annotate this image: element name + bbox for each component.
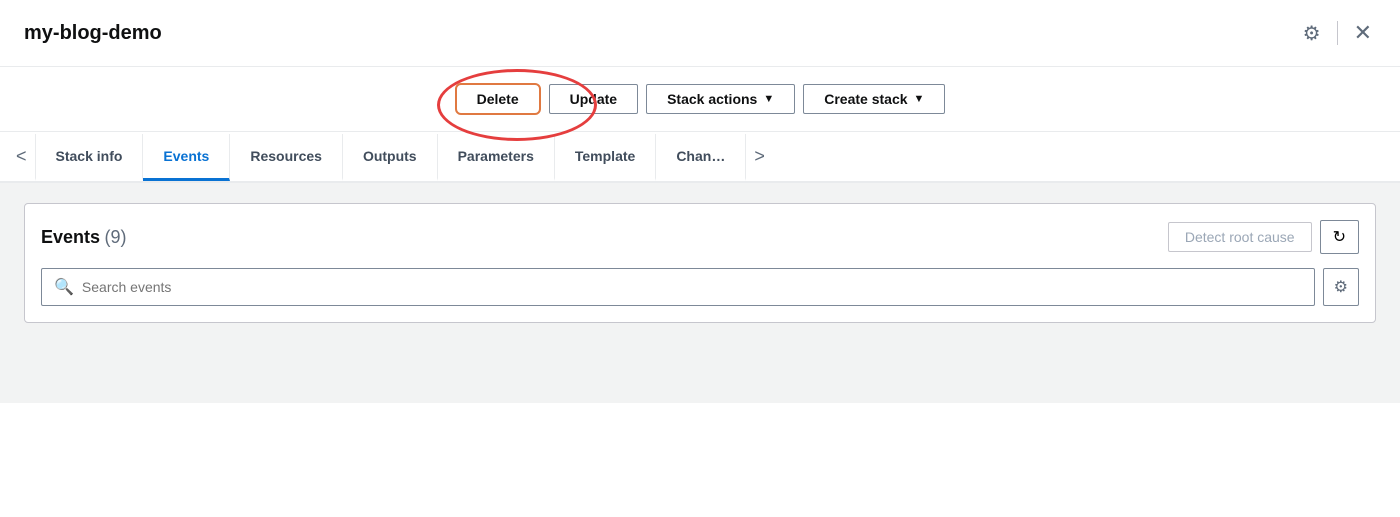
delete-button[interactable]: Delete [455,83,541,115]
search-bar: 🔍 [41,268,1315,306]
create-stack-label: Create stack [824,91,907,107]
delete-wrapper: Delete [455,83,541,115]
stack-actions-button[interactable]: Stack actions ▼ [646,84,795,114]
toolbar: Delete Update Stack actions ▼ Create sta… [0,67,1400,132]
header-left: my-blog-demo [24,22,162,45]
search-icon: 🔍 [54,277,74,297]
tab-change-sets[interactable]: Chan… [656,134,746,181]
tab-stack-info[interactable]: Stack info [35,134,144,181]
tab-outputs[interactable]: Outputs [343,134,438,181]
create-stack-button[interactable]: Create stack ▼ [803,84,945,114]
search-input[interactable] [82,279,1302,295]
events-count: (9) [104,227,126,247]
search-settings-button[interactable]: ⚙ [1323,268,1359,306]
events-panel-header: Events (9) Detect root cause ↻ [41,220,1359,254]
header-right: ⚙ ✕ [1299,16,1376,50]
tab-parameters[interactable]: Parameters [438,134,555,181]
tabs-container: < Stack info Events Resources Outputs Pa… [0,132,1400,183]
refresh-icon: ↻ [1333,227,1346,247]
gear-icon: ⚙ [1303,21,1321,46]
create-stack-caret: ▼ [914,93,925,105]
tab-events[interactable]: Events [143,134,230,181]
update-button[interactable]: Update [549,84,638,114]
refresh-button[interactable]: ↻ [1320,220,1359,254]
tab-scroll-left-button[interactable]: < [8,132,35,181]
settings-icon-button[interactable]: ⚙ [1299,17,1325,50]
header-divider [1337,21,1338,45]
content-area: Events (9) Detect root cause ↻ 🔍 ⚙ [0,183,1400,403]
events-panel: Events (9) Detect root cause ↻ 🔍 ⚙ [24,203,1376,323]
tab-scroll-right-button[interactable]: > [746,132,773,181]
search-settings-icon: ⚙ [1334,277,1348,297]
header: my-blog-demo ⚙ ✕ [0,0,1400,67]
page-container: my-blog-demo ⚙ ✕ Delete Update Stack act… [0,0,1400,517]
stack-actions-label: Stack actions [667,91,757,107]
events-actions: Detect root cause ↻ [1168,220,1359,254]
detect-root-cause-button[interactable]: Detect root cause [1168,222,1312,252]
stack-title: my-blog-demo [24,22,162,45]
tab-resources[interactable]: Resources [230,134,343,181]
search-row: 🔍 ⚙ [41,268,1359,306]
events-title-group: Events (9) [41,227,126,248]
events-title: Events [41,227,100,247]
close-icon: ✕ [1354,20,1372,46]
stack-actions-caret: ▼ [763,93,774,105]
tab-template[interactable]: Template [555,134,656,181]
close-button[interactable]: ✕ [1350,16,1376,50]
